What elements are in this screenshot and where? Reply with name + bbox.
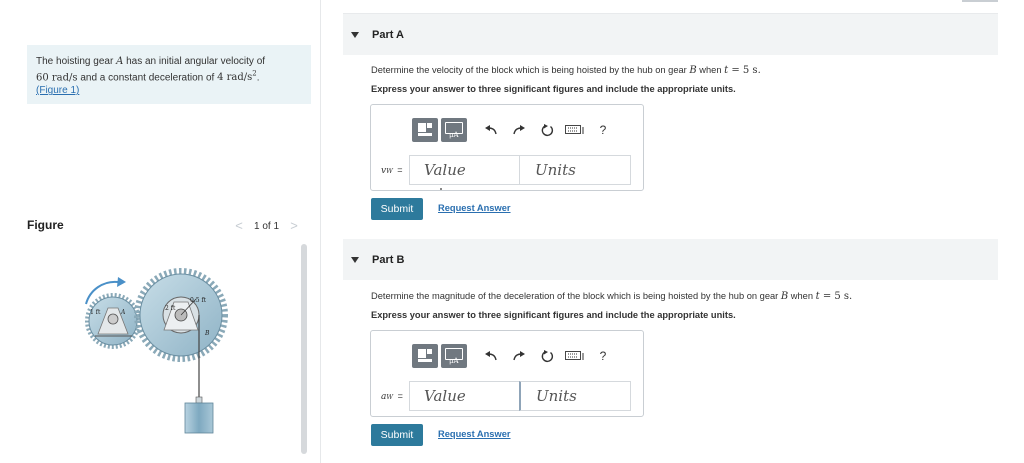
help-icon[interactable]: ? <box>592 118 614 142</box>
next-figure-button[interactable]: > <box>287 219 301 233</box>
gear-diagram: 1 ft A 2 ft 0.5 ft B <box>85 268 228 434</box>
collapse-caret-icon[interactable] <box>351 256 359 263</box>
part-b-units-input[interactable] <box>519 381 631 411</box>
omega-value: 60 rad/s <box>36 72 78 84</box>
units-mu-icon[interactable]: μA <box>441 118 467 142</box>
figure-image: 1 ft A 2 ft 0.5 ft B <box>70 246 310 456</box>
omega-arrowhead <box>117 277 126 287</box>
reset-icon[interactable] <box>536 344 558 368</box>
part-a-toolbar: μA ? <box>412 118 614 142</box>
part-a-answer-box: μA ? vW = <box>370 104 644 191</box>
units-mu-icon[interactable]: μA <box>441 344 467 368</box>
part-b-toolbar: μA ? <box>412 344 614 368</box>
part-a-submit-button[interactable]: Submit <box>371 198 423 220</box>
part-a-variable-label: vW = <box>381 165 403 176</box>
part-b-request-answer-link[interactable]: Request Answer <box>438 429 511 439</box>
part-a-value-input[interactable] <box>409 155 519 185</box>
figure-heading: Figure <box>27 218 64 232</box>
part-b-value-input[interactable] <box>409 381 519 411</box>
label-gear-b: B <box>204 330 210 337</box>
hoisted-block <box>184 402 214 434</box>
panel-divider <box>320 0 321 463</box>
part-a-request-answer-link[interactable]: Request Answer <box>438 203 511 213</box>
label-2ft: 2 ft <box>165 305 176 312</box>
part-a-header[interactable]: Part A <box>343 14 998 55</box>
part-b-instruction: Express your answer to three significant… <box>371 310 736 320</box>
figure-scrollbar[interactable] <box>301 244 307 454</box>
reset-icon[interactable] <box>536 118 558 142</box>
part-b-variable-label: aW = <box>381 391 403 402</box>
keyboard-icon[interactable] <box>564 344 586 368</box>
label-1ft: 1 ft <box>90 309 101 316</box>
label-gear-a: A <box>120 309 126 316</box>
part-b-question: Determine the magnitude of the decelerat… <box>371 291 853 302</box>
collapse-caret-icon[interactable] <box>351 31 359 38</box>
top-scroll-indicator <box>962 0 998 2</box>
part-b-answer-box: μA ? aW = <box>370 330 644 417</box>
undo-icon[interactable] <box>480 344 502 368</box>
help-icon[interactable]: ? <box>592 344 614 368</box>
part-b-header[interactable]: Part B <box>343 239 998 280</box>
part-b-submit-button[interactable]: Submit <box>371 424 423 446</box>
part-b-title: Part B <box>372 253 405 266</box>
gear-a-axle <box>107 313 119 325</box>
undo-icon[interactable] <box>480 118 502 142</box>
part-a-instruction: Express your answer to three significant… <box>371 84 736 94</box>
redo-icon[interactable] <box>508 344 530 368</box>
part-a-title: Part A <box>372 28 404 41</box>
block-hook <box>195 396 203 404</box>
prev-figure-button[interactable]: < <box>232 219 246 233</box>
problem-text: The hoisting gear A has an initial angul… <box>36 56 266 84</box>
figure-count: 1 of 1 <box>254 220 280 232</box>
keyboard-icon[interactable] <box>564 118 586 142</box>
part-a-units-input[interactable] <box>519 155 631 185</box>
redo-icon[interactable] <box>508 118 530 142</box>
figure-pager: < 1 of 1 > <box>232 219 301 233</box>
part-a-question: Determine the velocity of the block whic… <box>371 65 761 76</box>
figure-link[interactable]: (Figure 1) <box>36 85 79 96</box>
alpha-value: 4 rad/s2 <box>217 70 257 84</box>
problem-statement: The hoisting gear A has an initial angul… <box>27 45 311 104</box>
cursor-dot <box>440 188 442 190</box>
templates-icon[interactable] <box>412 118 438 142</box>
templates-icon[interactable] <box>412 344 438 368</box>
label-0-5ft: 0.5 ft <box>190 297 207 304</box>
